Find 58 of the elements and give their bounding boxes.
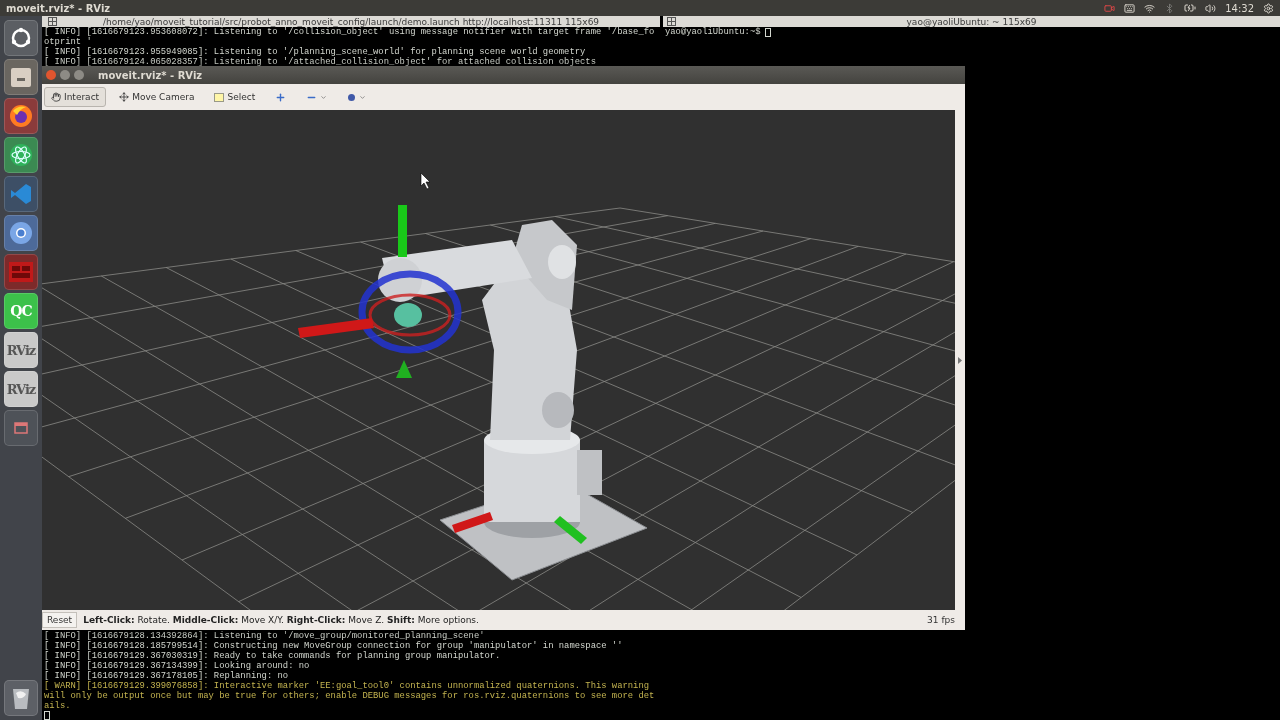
keyboard-icon[interactable] bbox=[1124, 2, 1136, 14]
log-line: [ INFO] [1616679123.955949085]: Listening to '/planning_scene_world' for planning scene world geometry bbox=[44, 47, 587, 57]
log-line: will only be output once but may be true for others; enable DEBUG messages for ros.rviz.quaternions to see more det bbox=[44, 691, 656, 701]
tool-button[interactable]: Select bbox=[207, 87, 263, 107]
log-line: [ INFO] [1616679124.065028357]: Listening to '/attached_collision_object' for attached collision objects bbox=[44, 57, 597, 67]
x-axis-icon bbox=[452, 512, 493, 533]
shell-prompt: yao@yaoliUbuntu:~$ bbox=[665, 27, 761, 37]
browser-globe-icon[interactable] bbox=[4, 215, 38, 251]
mouse-pointer-icon bbox=[420, 172, 431, 190]
clock[interactable]: 14:32 bbox=[1225, 2, 1254, 14]
log-line: [ WARN] [1616679129.399076858]: Interactive marker 'EE:goal_tool0' contains unnormalized quaternions. This warning bbox=[44, 681, 650, 691]
window-icon[interactable] bbox=[4, 410, 38, 446]
reset-button[interactable]: Reset bbox=[42, 612, 78, 628]
active-window-title: moveit.rviz* - RViz bbox=[6, 2, 111, 14]
settings-icon[interactable] bbox=[1263, 2, 1274, 14]
trash-icon[interactable] bbox=[4, 680, 38, 716]
terminal-icon bbox=[48, 17, 57, 26]
terminal-title: yao@yaoliUbuntu: ~ 115x69 bbox=[906, 16, 1037, 27]
log-line: [ INFO] [1616679128.185799514]: Constructing new MoveGroup connection for group 'manipulator' in namespace '' bbox=[44, 641, 624, 651]
tool-button[interactable]: Move Camera bbox=[112, 87, 202, 107]
camera-move-icon bbox=[119, 92, 130, 102]
selection-rect-icon bbox=[214, 92, 225, 102]
window-title: moveit.rviz* - RViz bbox=[98, 69, 203, 81]
volume-icon[interactable] bbox=[1205, 2, 1217, 14]
app-launcher-icon[interactable]: RViz bbox=[4, 332, 38, 368]
code-editor-icon[interactable] bbox=[4, 176, 38, 212]
fps-counter: 31 fps bbox=[927, 615, 955, 625]
record-icon[interactable] bbox=[1104, 2, 1116, 14]
log-line: [ INFO] [1616679129.367030319]: Ready to take commands for planning group manipulator. bbox=[44, 651, 502, 661]
log-line: [ INFO] [1616679129.367178105]: Replanning: no bbox=[44, 671, 290, 681]
mouse-hint-text: Left-Click: Rotate. Middle-Click: Move X/Y. Right-Click: Move Z. Shift: More options. bbox=[83, 615, 479, 625]
tool-button[interactable]: Interact bbox=[44, 87, 107, 107]
log-line: [ INFO] [1616679123.953608072]: Listening to '/collision_object' using message notifier with target frame '/base_fo bbox=[44, 27, 656, 37]
dot-icon bbox=[347, 92, 357, 102]
log-line: [ INFO] [1616679129.367134399]: Looking around: no bbox=[44, 661, 311, 671]
log-line: [ INFO] [1616679128.134392864]: Listening to '/move_group/monitored_planning_scene' bbox=[44, 631, 486, 641]
app-launcher-icon[interactable]: RViz bbox=[4, 371, 38, 407]
3d-viewport[interactable] bbox=[42, 110, 955, 610]
battery-icon[interactable] bbox=[1184, 2, 1197, 14]
log-line: ails. bbox=[44, 701, 72, 711]
maximize-icon[interactable] bbox=[74, 70, 84, 80]
atom-icon[interactable] bbox=[4, 137, 38, 173]
hand-icon bbox=[51, 92, 61, 102]
log-line: otprint ' bbox=[44, 37, 93, 47]
minimize-icon[interactable] bbox=[60, 70, 70, 80]
terminal-cursor bbox=[44, 711, 50, 720]
terminal-title: /home/yao/moveit_tutorial/src/probot_anno_moveit_config/launch/demo.launch http://localhost:11311 115x69 bbox=[102, 16, 600, 27]
caret-icon bbox=[359, 93, 367, 101]
y-axis-icon bbox=[554, 516, 587, 544]
wifi-icon[interactable] bbox=[1144, 2, 1156, 14]
plus-icon bbox=[275, 91, 287, 103]
file-cabinet-icon[interactable] bbox=[4, 59, 38, 95]
expand-arrow-icon bbox=[958, 356, 962, 364]
fox-globe-icon[interactable] bbox=[4, 98, 38, 134]
terminal-icon bbox=[667, 17, 676, 26]
ubuntu-logo-icon[interactable] bbox=[4, 20, 38, 56]
close-icon[interactable] bbox=[46, 70, 56, 80]
caret-icon bbox=[320, 93, 328, 101]
